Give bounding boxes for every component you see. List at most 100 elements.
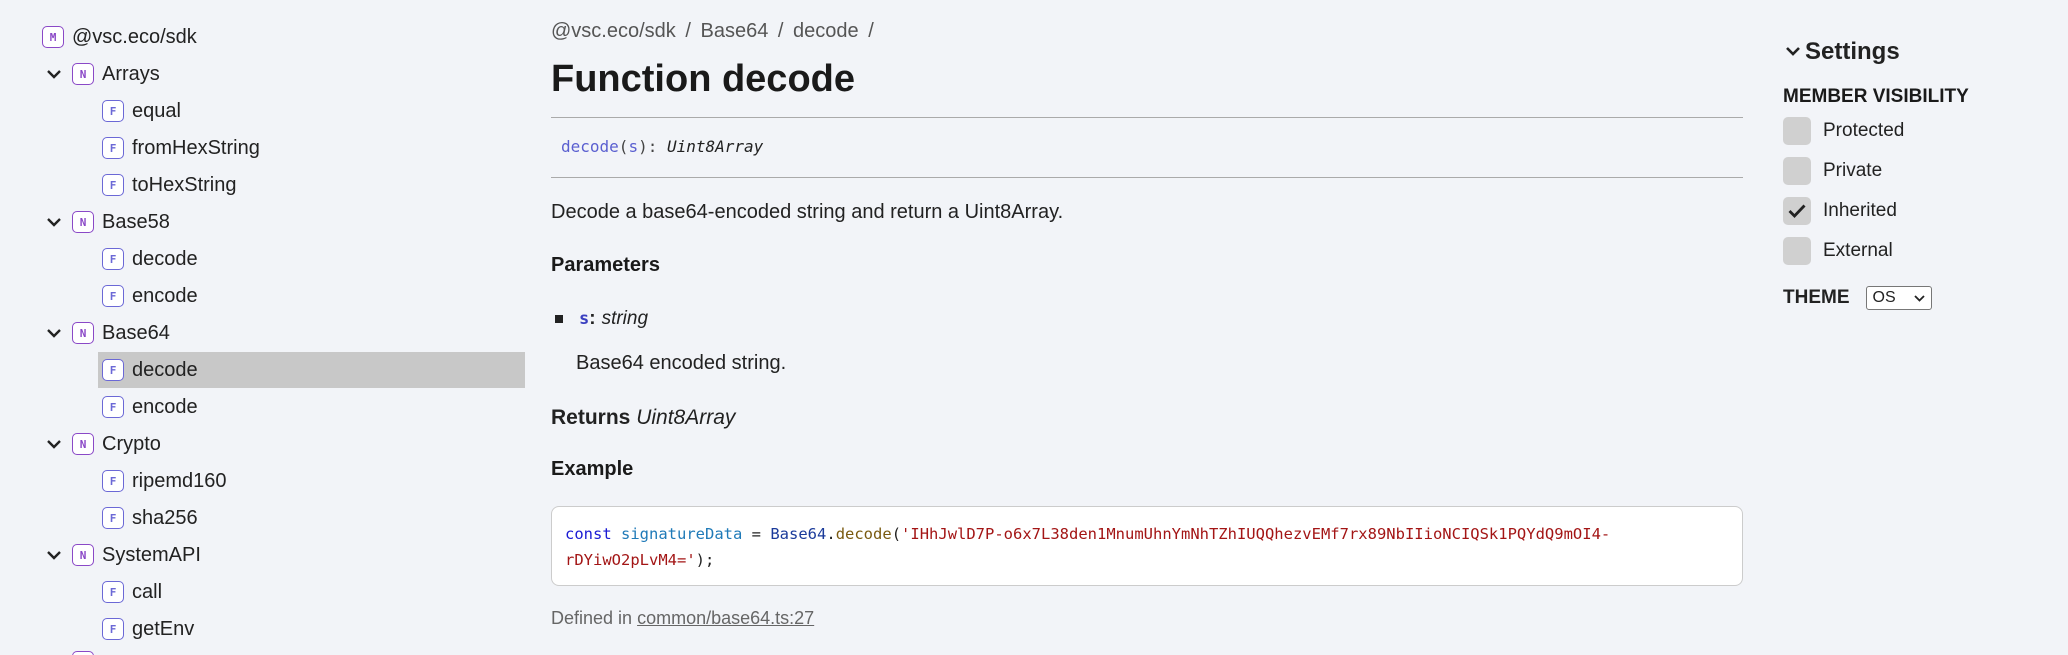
checkbox-inherited[interactable]: Inherited <box>1783 197 1897 225</box>
defined-in: Defined in common/base64.ts:27 <box>551 608 814 629</box>
chevron-down-icon <box>1786 47 1800 56</box>
sidebar-item-label: decode <box>132 358 198 381</box>
sidebar-item-base64[interactable]: N Base64 <box>72 315 170 351</box>
theme-label: THEME <box>1783 287 1850 308</box>
function-kind-icon: F <box>102 285 124 307</box>
sidebar-item-sha256[interactable]: F sha256 <box>102 500 198 536</box>
sidebar-item-label: Arrays <box>102 62 160 85</box>
sidebar-item-call[interactable]: F call <box>102 574 162 610</box>
namespace-kind-icon <box>72 651 94 655</box>
function-kind-icon: F <box>102 507 124 529</box>
breadcrumb-separator: / <box>868 20 874 42</box>
checkbox-label: Inherited <box>1823 200 1897 221</box>
namespace-kind-icon: N <box>72 433 94 455</box>
function-signature: decode(s): Uint8Array <box>561 137 763 156</box>
checkbox-private[interactable]: Private <box>1783 157 1882 185</box>
checkmark-icon <box>1788 204 1806 218</box>
checkbox-box[interactable] <box>1783 157 1811 185</box>
code-object: Base64 <box>770 525 827 543</box>
chevron-down-icon[interactable] <box>43 211 65 233</box>
sidebar-item-base58-encode[interactable]: F encode <box>102 278 198 314</box>
sidebar-item-label: encode <box>132 284 198 307</box>
checkbox-label: External <box>1823 240 1893 261</box>
parameter-item: s : string <box>555 308 648 330</box>
namespace-kind-icon: N <box>72 63 94 85</box>
chevron-down-icon[interactable] <box>43 433 65 455</box>
sidebar-item-fromhexstring[interactable]: F fromHexString <box>102 130 260 166</box>
returns-label: Returns <box>551 406 631 429</box>
sidebar-item-base58[interactable]: N Base58 <box>72 204 170 240</box>
sidebar-item-label: call <box>132 580 163 603</box>
sidebar-item-crypto[interactable]: N Crypto <box>72 426 161 462</box>
checkbox-external[interactable]: External <box>1783 237 1893 265</box>
code-keyword: const <box>565 525 612 543</box>
function-kind-icon: F <box>102 396 124 418</box>
checkbox-protected[interactable]: Protected <box>1783 117 1904 145</box>
parameter-name: s <box>579 309 590 329</box>
signature-close-paren: ): <box>638 137 667 156</box>
sidebar-item-base64-encode[interactable]: F encode <box>102 389 198 425</box>
parameter-type: string <box>601 308 649 329</box>
sidebar-item-root[interactable]: M @vsc.eco/sdk <box>42 19 197 55</box>
breadcrumb: @vsc.eco/sdk / Base64 / decode / <box>551 20 878 43</box>
sidebar-item-systemapi[interactable]: N SystemAPI <box>72 537 201 573</box>
returns-type: Uint8Array <box>636 406 736 429</box>
code-example[interactable]: const signatureData = Base64.decode('IHh… <box>551 506 1743 586</box>
theme-select-value: OS <box>1872 289 1896 306</box>
sidebar-item-arrays[interactable]: N Arrays <box>72 56 160 92</box>
theme-select[interactable]: OS <box>1865 286 1932 310</box>
checkbox-label: Private <box>1823 160 1883 181</box>
code-operator: = <box>742 525 771 543</box>
chevron-down-icon[interactable] <box>43 63 65 85</box>
source-link[interactable]: common/base64.ts:27 <box>637 608 814 628</box>
sidebar-item-base58-decode[interactable]: F decode <box>102 241 198 277</box>
checkbox-box[interactable] <box>1783 237 1811 265</box>
code-line: rDYiwO2pLvM4='); <box>565 547 1729 573</box>
function-kind-icon: F <box>102 248 124 270</box>
page-title: Function decode <box>551 58 855 100</box>
chevron-down-icon[interactable] <box>43 544 65 566</box>
sidebar-item-equal[interactable]: F equal <box>102 93 181 129</box>
sidebar-item-tohexstring[interactable]: F toHexString <box>102 167 237 203</box>
signature-param: s <box>628 137 639 156</box>
sidebar-item-label: @vsc.eco/sdk <box>72 25 197 48</box>
breadcrumb-link-base64[interactable]: Base64 <box>700 20 768 42</box>
example-heading: Example <box>551 458 634 480</box>
settings-toggle[interactable]: Settings <box>1785 38 1900 66</box>
returns-line: Returns Uint8Array <box>551 406 735 430</box>
checkbox-box[interactable] <box>1783 117 1811 145</box>
function-kind-icon: F <box>102 618 124 640</box>
parameter-description: Base64 encoded string. <box>576 352 787 374</box>
function-description: Decode a base64-encoded string and retur… <box>551 201 1064 223</box>
signature-return-type: Uint8Array <box>666 137 764 156</box>
parameter-colon: : <box>589 308 596 329</box>
sidebar-item-label: SystemAPI <box>102 543 201 566</box>
sidebar-item-getenv[interactable]: F getEnv <box>102 611 194 647</box>
sidebar-item-label: Base58 <box>102 210 170 233</box>
code-dot: . <box>826 525 836 543</box>
defined-in-label: Defined in <box>551 608 633 628</box>
sidebar-item-label: getEnv <box>132 617 195 640</box>
signature-open-paren: ( <box>618 137 629 156</box>
namespace-kind-icon: N <box>72 211 94 233</box>
divider <box>551 117 1743 118</box>
function-kind-icon: F <box>102 581 124 603</box>
signature-name: decode <box>561 137 619 156</box>
code-line: const signatureData = Base64.decode('IHh… <box>565 521 1729 547</box>
sidebar-item-label: ripemd160 <box>132 469 227 492</box>
sidebar-navigation: M @vsc.eco/sdk N Arrays F equal F fromHe… <box>0 0 525 655</box>
sidebar-item-label: Base64 <box>102 321 170 344</box>
breadcrumb-link-decode[interactable]: decode <box>793 20 859 42</box>
checkbox-label: Protected <box>1823 120 1905 141</box>
chevron-down-icon[interactable] <box>43 322 65 344</box>
function-kind-icon: F <box>102 359 124 381</box>
parameters-heading: Parameters <box>551 254 660 276</box>
breadcrumb-link-sdk[interactable]: @vsc.eco/sdk <box>551 20 676 42</box>
sidebar-item-label: decode <box>132 247 198 270</box>
sidebar-item-ripemd160[interactable]: F ripemd160 <box>102 463 227 499</box>
code-string: 'IHhJwlD7P-o6x7L38den1MnumUhnYmNhTZhIUQQ… <box>901 525 1611 543</box>
function-kind-icon: F <box>102 100 124 122</box>
checkbox-box[interactable] <box>1783 197 1811 225</box>
sidebar-item-base64-decode[interactable]: F decode <box>98 352 525 388</box>
function-kind-icon: F <box>102 470 124 492</box>
